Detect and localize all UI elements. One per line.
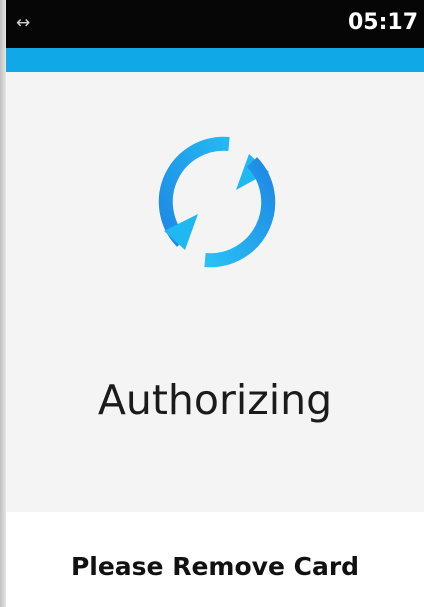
authorization-status-title: Authorizing — [97, 376, 333, 424]
status-time: 05:17 — [347, 10, 418, 35]
status-bar: ↔ 05:17 — [6, 0, 424, 48]
remove-card-prompt: Please Remove Card — [70, 552, 360, 581]
payment-terminal-screen: ↔ 05:17 Authorizing Please Remove Card — [0, 0, 424, 607]
instruction-footer: Please Remove Card — [6, 512, 424, 607]
refresh-icon — [158, 136, 276, 268]
connection-arrows-icon: ↔ — [16, 13, 31, 33]
authorization-panel: Authorizing — [6, 72, 424, 512]
accent-bar — [6, 48, 424, 72]
